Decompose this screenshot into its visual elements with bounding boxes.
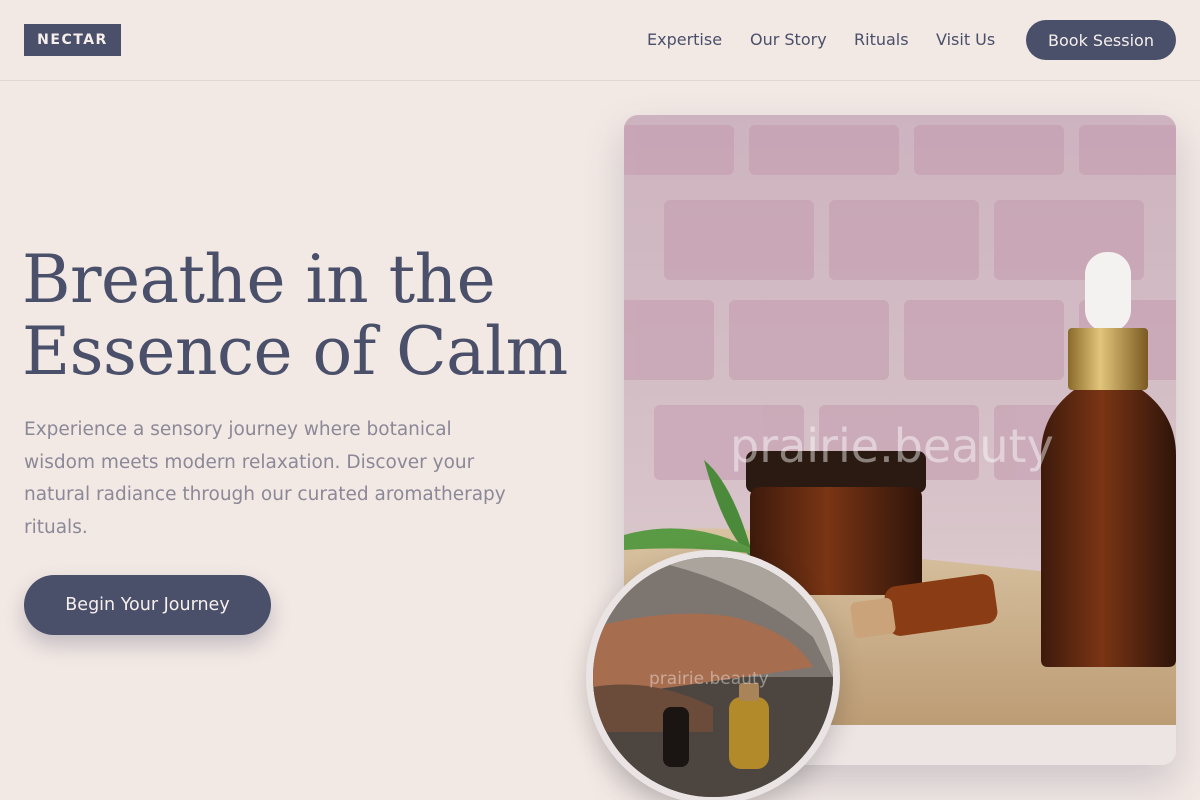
hero-headline-line-2: Essence of Calm xyxy=(22,313,568,390)
book-session-button[interactable]: Book Session xyxy=(1026,20,1176,60)
massage-oil-photo: prairie.beauty xyxy=(586,550,840,800)
circle-photo-watermark: prairie.beauty xyxy=(649,669,769,689)
hero-headline-line-1: Breathe in the xyxy=(22,241,496,318)
photo-watermark: prairie.beauty xyxy=(730,419,1054,473)
logo[interactable]: NECTAR xyxy=(24,24,121,56)
nav-link-expertise[interactable]: Expertise xyxy=(647,30,722,49)
begin-journey-button[interactable]: Begin Your Journey xyxy=(24,575,271,635)
nav-link-rituals[interactable]: Rituals xyxy=(854,30,909,49)
hero-headline: Breathe in the Essence of Calm xyxy=(22,244,602,388)
site-header: NECTAR Expertise Our Story Rituals Visit… xyxy=(0,0,1200,81)
hero-subtext: Experience a sensory journey where botan… xyxy=(24,419,506,538)
nav-link-visit-us[interactable]: Visit Us xyxy=(936,30,995,49)
nav-link-our-story[interactable]: Our Story xyxy=(750,30,827,49)
